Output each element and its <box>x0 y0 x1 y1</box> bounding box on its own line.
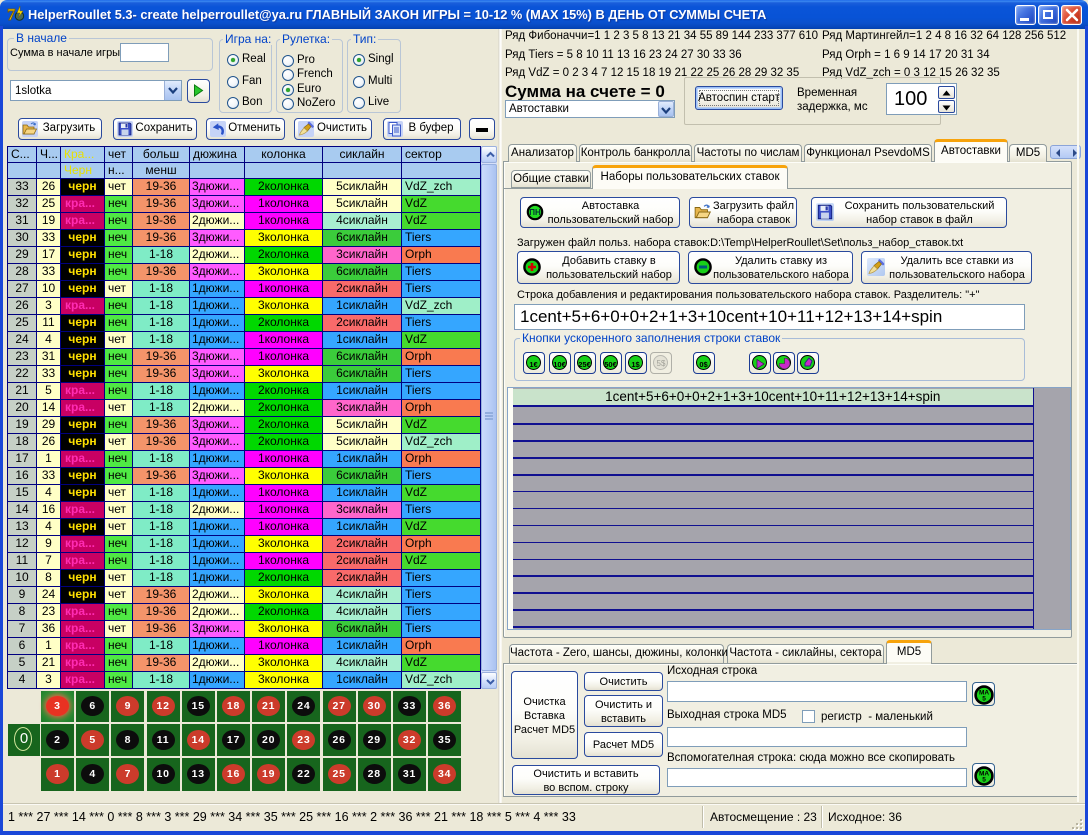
svg-text:5: 5 <box>982 776 986 783</box>
svg-text:ПН: ПН <box>529 208 541 217</box>
svg-text:5: 5 <box>982 695 986 702</box>
svg-text:7: 7 <box>7 5 16 24</box>
